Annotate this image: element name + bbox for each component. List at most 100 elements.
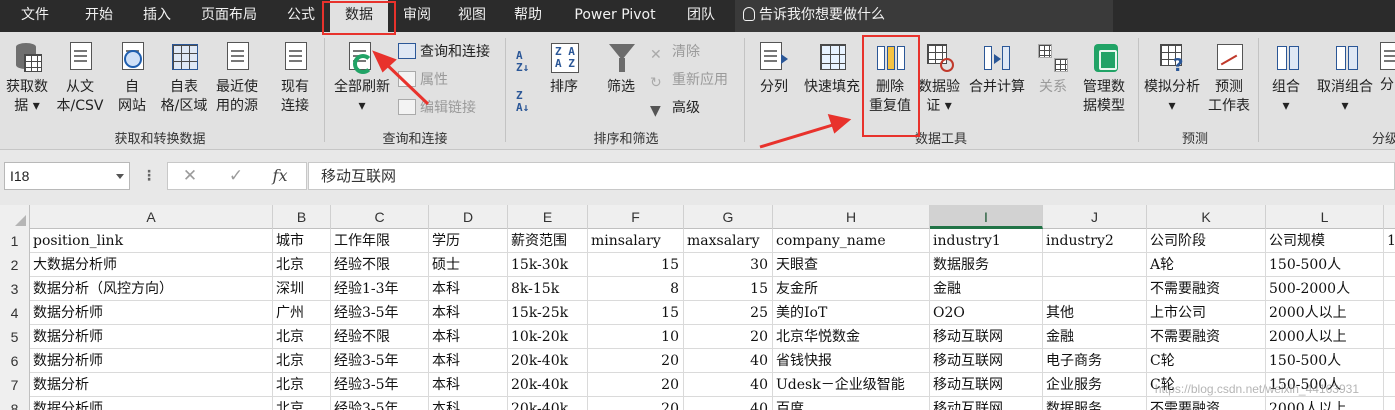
- edit-links-button[interactable]: 编辑链接: [398, 96, 476, 120]
- cell[interactable]: 金融: [1043, 325, 1147, 349]
- cell[interactable]: 经验3-5年: [331, 349, 429, 373]
- cell[interactable]: 40: [684, 397, 773, 410]
- cell[interactable]: 电子商务: [1043, 349, 1147, 373]
- confirm-entry-button[interactable]: ✓: [216, 163, 256, 189]
- cell[interactable]: 数据分析师: [30, 349, 273, 373]
- cell[interactable]: 深圳: [273, 277, 331, 301]
- column-header-h[interactable]: H: [773, 205, 930, 229]
- cell[interactable]: 移动互联网: [930, 373, 1043, 397]
- cell[interactable]: 数据服务: [930, 253, 1043, 277]
- cell[interactable]: 北京: [273, 373, 331, 397]
- cell[interactable]: 友金所: [773, 277, 930, 301]
- cell[interactable]: [1384, 253, 1395, 277]
- column-header-d[interactable]: D: [429, 205, 508, 229]
- cell[interactable]: C轮: [1147, 349, 1266, 373]
- cell[interactable]: 企业服务: [1043, 373, 1147, 397]
- cell[interactable]: 1: [1384, 229, 1395, 253]
- cell[interactable]: 本科: [429, 349, 508, 373]
- queries-connections-button[interactable]: 查询和连接: [398, 40, 490, 64]
- cell[interactable]: 其他: [1043, 301, 1147, 325]
- cell[interactable]: 不需要融资: [1147, 397, 1266, 410]
- cell[interactable]: 2000人以上: [1266, 325, 1384, 349]
- tab-insert[interactable]: 插入: [128, 0, 186, 32]
- cell[interactable]: O2O: [930, 301, 1043, 325]
- cell[interactable]: 150-500人: [1266, 253, 1384, 277]
- column-header-l[interactable]: L: [1266, 205, 1384, 229]
- column-header-b[interactable]: B: [273, 205, 331, 229]
- cell[interactable]: 150-500人: [1266, 349, 1384, 373]
- cell[interactable]: [1384, 397, 1395, 410]
- cell[interactable]: Udesk－企业级智能: [773, 373, 930, 397]
- row-header[interactable]: 8: [0, 397, 30, 410]
- from-table-range-button[interactable]: 自表 格/区域: [156, 40, 212, 116]
- relationships-button[interactable]: 关系: [1032, 40, 1074, 97]
- sort-za-button[interactable]: Z A↓: [512, 88, 540, 116]
- cell[interactable]: 数据分析师: [30, 301, 273, 325]
- cell[interactable]: 金融: [930, 277, 1043, 301]
- cell[interactable]: 2000人以上: [1266, 301, 1384, 325]
- tab-team[interactable]: 团队: [672, 0, 730, 32]
- spreadsheet-grid[interactable]: A B C D E F G H I J K L 1 position_link 城市…: [0, 205, 1395, 410]
- from-text-csv-button[interactable]: 从文 本/CSV: [52, 40, 108, 116]
- cell[interactable]: 25: [684, 301, 773, 325]
- refresh-all-button[interactable]: 全部刷新 ▾: [330, 40, 394, 116]
- clear-filter-button[interactable]: ✕ 清除: [650, 40, 700, 64]
- cell[interactable]: 10k-20k: [508, 325, 588, 349]
- manage-data-model-button[interactable]: 管理数 据模型: [1076, 40, 1132, 116]
- cell[interactable]: [1043, 253, 1147, 277]
- name-box[interactable]: I18: [4, 162, 130, 190]
- cell[interactable]: 城市: [273, 229, 331, 253]
- cell[interactable]: 20: [684, 325, 773, 349]
- cell[interactable]: 15k-25k: [508, 301, 588, 325]
- row-header[interactable]: 6: [0, 349, 30, 373]
- cell[interactable]: 30: [684, 253, 773, 277]
- cell[interactable]: [1384, 301, 1395, 325]
- cell[interactable]: 数据分析（风控方向）: [30, 277, 273, 301]
- select-all-button[interactable]: [0, 205, 30, 229]
- tab-home[interactable]: 开始: [70, 0, 128, 32]
- subtotal-button[interactable]: 分: [1380, 40, 1395, 95]
- cell[interactable]: 8: [588, 277, 684, 301]
- what-if-analysis-button[interactable]: ? 模拟分析 ▾: [1140, 40, 1204, 116]
- cell[interactable]: 40: [684, 349, 773, 373]
- cell[interactable]: 数据分析师: [30, 397, 273, 410]
- cell[interactable]: 北京华悦数金: [773, 325, 930, 349]
- cell[interactable]: 硕士: [429, 253, 508, 277]
- cell[interactable]: 经验不限: [331, 325, 429, 349]
- cell[interactable]: 北京: [273, 349, 331, 373]
- cell[interactable]: 公司阶段: [1147, 229, 1266, 253]
- flash-fill-button[interactable]: 快速填充: [800, 40, 864, 97]
- cell[interactable]: 8k-15k: [508, 277, 588, 301]
- column-header-c[interactable]: C: [331, 205, 429, 229]
- consolidate-button[interactable]: 合并计算: [964, 40, 1030, 97]
- cell[interactable]: 大数据分析师: [30, 253, 273, 277]
- cell[interactable]: 北京: [273, 253, 331, 277]
- tab-view[interactable]: 视图: [446, 0, 498, 32]
- cell[interactable]: 北京: [273, 325, 331, 349]
- cell[interactable]: [1384, 325, 1395, 349]
- cell[interactable]: 美的IoT: [773, 301, 930, 325]
- column-header-a[interactable]: A: [30, 205, 273, 229]
- cell[interactable]: 15: [588, 301, 684, 325]
- cell[interactable]: 15k-30k: [508, 253, 588, 277]
- text-to-columns-button[interactable]: 分列: [752, 40, 796, 97]
- cell[interactable]: 经验不限: [331, 253, 429, 277]
- cell[interactable]: 2000人以上: [1266, 397, 1384, 410]
- cell[interactable]: 上市公司: [1147, 301, 1266, 325]
- cell[interactable]: 广州: [273, 301, 331, 325]
- tab-help[interactable]: 帮助: [498, 0, 558, 32]
- cell[interactable]: 百度: [773, 397, 930, 410]
- column-header-f[interactable]: F: [588, 205, 684, 229]
- cell[interactable]: [1384, 373, 1395, 397]
- cell[interactable]: company_name: [773, 229, 930, 253]
- cell[interactable]: 15: [684, 277, 773, 301]
- formula-input[interactable]: 移动互联网: [308, 162, 1395, 190]
- column-header-g[interactable]: G: [684, 205, 773, 229]
- advanced-filter-button[interactable]: ▼ 高级: [650, 96, 700, 120]
- cell[interactable]: 20k-40k: [508, 349, 588, 373]
- existing-connections-button[interactable]: 现有 连接: [272, 40, 318, 116]
- cell[interactable]: maxsalary: [684, 229, 773, 253]
- cell[interactable]: 经验1-3年: [331, 277, 429, 301]
- cell[interactable]: position_link: [30, 229, 273, 253]
- from-web-button[interactable]: 自 网站: [110, 40, 154, 116]
